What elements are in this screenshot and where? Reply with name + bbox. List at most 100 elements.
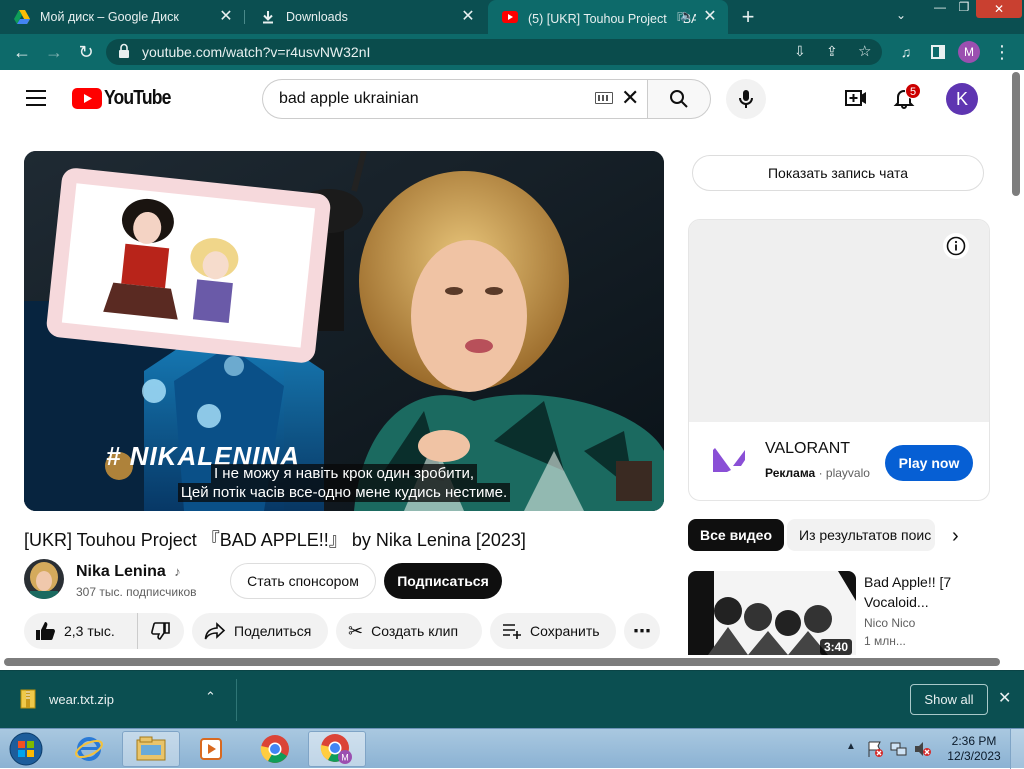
download-file-name[interactable]: wear.txt.zip xyxy=(49,692,114,707)
show-chat-replay-button[interactable]: Показать запись чата xyxy=(692,155,984,191)
minimize-icon[interactable]: — xyxy=(928,0,952,18)
reload-button[interactable]: ↻ xyxy=(74,40,98,64)
close-tab-icon[interactable]: ✕ xyxy=(460,9,476,25)
chip-all-videos[interactable]: Все видео xyxy=(688,519,785,551)
account-avatar[interactable]: K xyxy=(946,83,978,115)
internet-explorer-icon[interactable] xyxy=(68,731,110,767)
save-button[interactable]: Сохранить xyxy=(490,613,616,649)
video-title: [UKR] Touhou Project 『BAD APPLE!!』 by Ni… xyxy=(24,530,526,550)
share-icon[interactable]: ⇪ xyxy=(826,43,838,60)
ad-card[interactable]: VALORANT Реклама · playvalo Play now xyxy=(688,219,990,501)
create-clip-button[interactable]: ✂ Создать клип xyxy=(336,613,482,649)
search-button[interactable] xyxy=(647,79,711,119)
tab-google-drive[interactable]: Мой диск – Google Диск ✕ xyxy=(0,0,244,34)
like-count: 2,3 тыс. xyxy=(64,623,115,639)
download-shelf: wear.txt.zip ⌃ Show all ✕ xyxy=(0,670,1024,728)
address-bar[interactable]: youtube.com/watch?v=r4usvNW32nI ⇩ ⇪ ☆ xyxy=(106,39,882,65)
window-close-icon[interactable]: ✕ xyxy=(976,0,1022,18)
save-label: Сохранить xyxy=(530,623,600,639)
file-explorer-icon[interactable] xyxy=(122,731,180,767)
chrome-taskbar-icon[interactable] xyxy=(254,731,296,767)
chrome-profile-taskbar-icon[interactable]: M xyxy=(308,731,366,767)
recommended-title-line-2: Vocaloid... xyxy=(864,594,929,610)
download-options-chevron-icon[interactable]: ⌃ xyxy=(205,689,216,705)
tab-title: Downloads xyxy=(286,10,348,24)
youtube-masthead: YouTube bad apple ukrainian ✕ 5 K xyxy=(0,70,1024,128)
action-center-flag-icon[interactable] xyxy=(866,740,884,758)
start-button[interactable] xyxy=(4,731,48,767)
bookmark-star-icon[interactable]: ☆ xyxy=(858,42,871,60)
show-all-downloads-button[interactable]: Show all xyxy=(910,684,988,715)
youtube-logo-icon xyxy=(72,88,102,109)
profile-avatar[interactable]: M xyxy=(958,41,980,63)
voice-search-button[interactable] xyxy=(726,79,766,119)
valorant-logo-icon xyxy=(713,448,745,477)
keyboard-icon[interactable] xyxy=(595,92,613,104)
music-note-icon: ♪ xyxy=(174,564,181,579)
share-button[interactable]: Поделиться xyxy=(192,613,328,649)
sponsor-button[interactable]: Стать спонсором xyxy=(230,563,376,599)
search-icon xyxy=(670,90,688,108)
ad-brand: VALORANT xyxy=(765,440,851,457)
chips-next-chevron-icon[interactable]: › xyxy=(952,525,959,548)
like-dislike-group: 2,3 тыс. xyxy=(24,613,184,649)
channel-avatar[interactable] xyxy=(24,559,64,599)
tab-youtube-active[interactable]: (5) [UKR] Touhou Project 『BA 🔈 ✕ xyxy=(488,0,728,34)
tab-title: Мой диск – Google Диск xyxy=(40,10,179,24)
channel-name[interactable]: Nika Lenina ♪ xyxy=(76,563,181,581)
like-button[interactable]: 2,3 тыс. xyxy=(24,613,138,649)
share-arrow-icon xyxy=(204,622,226,640)
lock-icon xyxy=(118,43,134,61)
clock-date: 12/3/2023 xyxy=(947,749,1001,763)
close-download-shelf-icon[interactable]: ✕ xyxy=(998,688,1011,708)
ad-info-icon[interactable] xyxy=(943,233,969,259)
subscribe-button[interactable]: Подписаться xyxy=(384,563,502,599)
ad-play-now-button[interactable]: Play now xyxy=(885,445,973,481)
recommended-title-line-1: Bad Apple!! [7 xyxy=(864,574,952,590)
notifications-bell-icon[interactable]: 5 xyxy=(893,83,921,114)
dislike-button[interactable] xyxy=(138,613,184,649)
video-subtitles: І не можу я навіть крок один зробити, Це… xyxy=(24,464,664,502)
subtitle-line-2: Цей потік часів все-одно мене кудись нес… xyxy=(177,483,511,502)
recommended-thumbnail[interactable]: 3:40 xyxy=(688,571,856,655)
clear-search-icon[interactable]: ✕ xyxy=(621,85,639,111)
recommended-title[interactable]: Bad Apple!! [7 Vocaloid... xyxy=(864,572,951,612)
create-video-icon[interactable] xyxy=(845,89,867,112)
back-button[interactable]: ← xyxy=(10,40,34,64)
media-player-icon[interactable] xyxy=(190,731,232,767)
close-tab-icon[interactable]: ✕ xyxy=(702,9,718,25)
chip-from-results[interactable]: Из результатов поис xyxy=(787,519,935,551)
video-player[interactable]: # NIKALENINA І не можу я навіть крок оди… xyxy=(24,151,664,511)
horizontal-scrollbar-thumb[interactable] xyxy=(4,658,1000,666)
hamburger-menu-icon[interactable] xyxy=(26,90,46,106)
side-panel-icon[interactable] xyxy=(926,40,950,64)
recommended-channel[interactable]: Nico Nico xyxy=(864,616,915,630)
chrome-menu-icon[interactable]: ⋮ xyxy=(990,40,1014,64)
download-icon xyxy=(260,9,276,25)
tab-downloads[interactable]: Downloads ✕ xyxy=(246,0,486,34)
new-tab-button[interactable]: + xyxy=(736,5,760,29)
close-tab-icon[interactable]: ✕ xyxy=(218,9,234,25)
volume-muted-icon[interactable] xyxy=(914,740,932,758)
show-hidden-icons[interactable]: ▲ xyxy=(846,741,856,752)
restore-icon[interactable]: ❐ xyxy=(952,0,976,18)
search-input[interactable]: bad apple ukrainian ✕ xyxy=(262,79,648,119)
search-query-text: bad apple ukrainian xyxy=(279,90,419,107)
forward-button[interactable]: → xyxy=(42,40,66,64)
zip-file-icon xyxy=(20,689,36,709)
recommended-views: 1 млн... xyxy=(864,634,906,648)
ad-label: Реклама xyxy=(765,466,816,480)
network-icon[interactable] xyxy=(890,740,908,758)
tab-search-icon[interactable]: ⌄ xyxy=(896,8,906,22)
install-app-icon[interactable]: ⇩ xyxy=(794,43,806,60)
vertical-scrollbar-thumb[interactable] xyxy=(1012,72,1020,196)
windows-start-orb-icon xyxy=(9,732,43,766)
show-desktop-button[interactable] xyxy=(1010,729,1024,769)
channel-name-text: Nika Lenina xyxy=(76,563,166,580)
audio-playing-icon[interactable]: 🔈 xyxy=(680,9,694,22)
youtube-logo[interactable]: YouTube xyxy=(72,87,180,110)
more-actions-button[interactable]: ⋯ xyxy=(624,613,660,649)
media-control-icon[interactable]: ♫ xyxy=(894,40,918,64)
more-horizontal-icon: ⋯ xyxy=(633,620,651,641)
system-clock[interactable]: 2:36 PM 12/3/2023 xyxy=(944,734,1004,764)
